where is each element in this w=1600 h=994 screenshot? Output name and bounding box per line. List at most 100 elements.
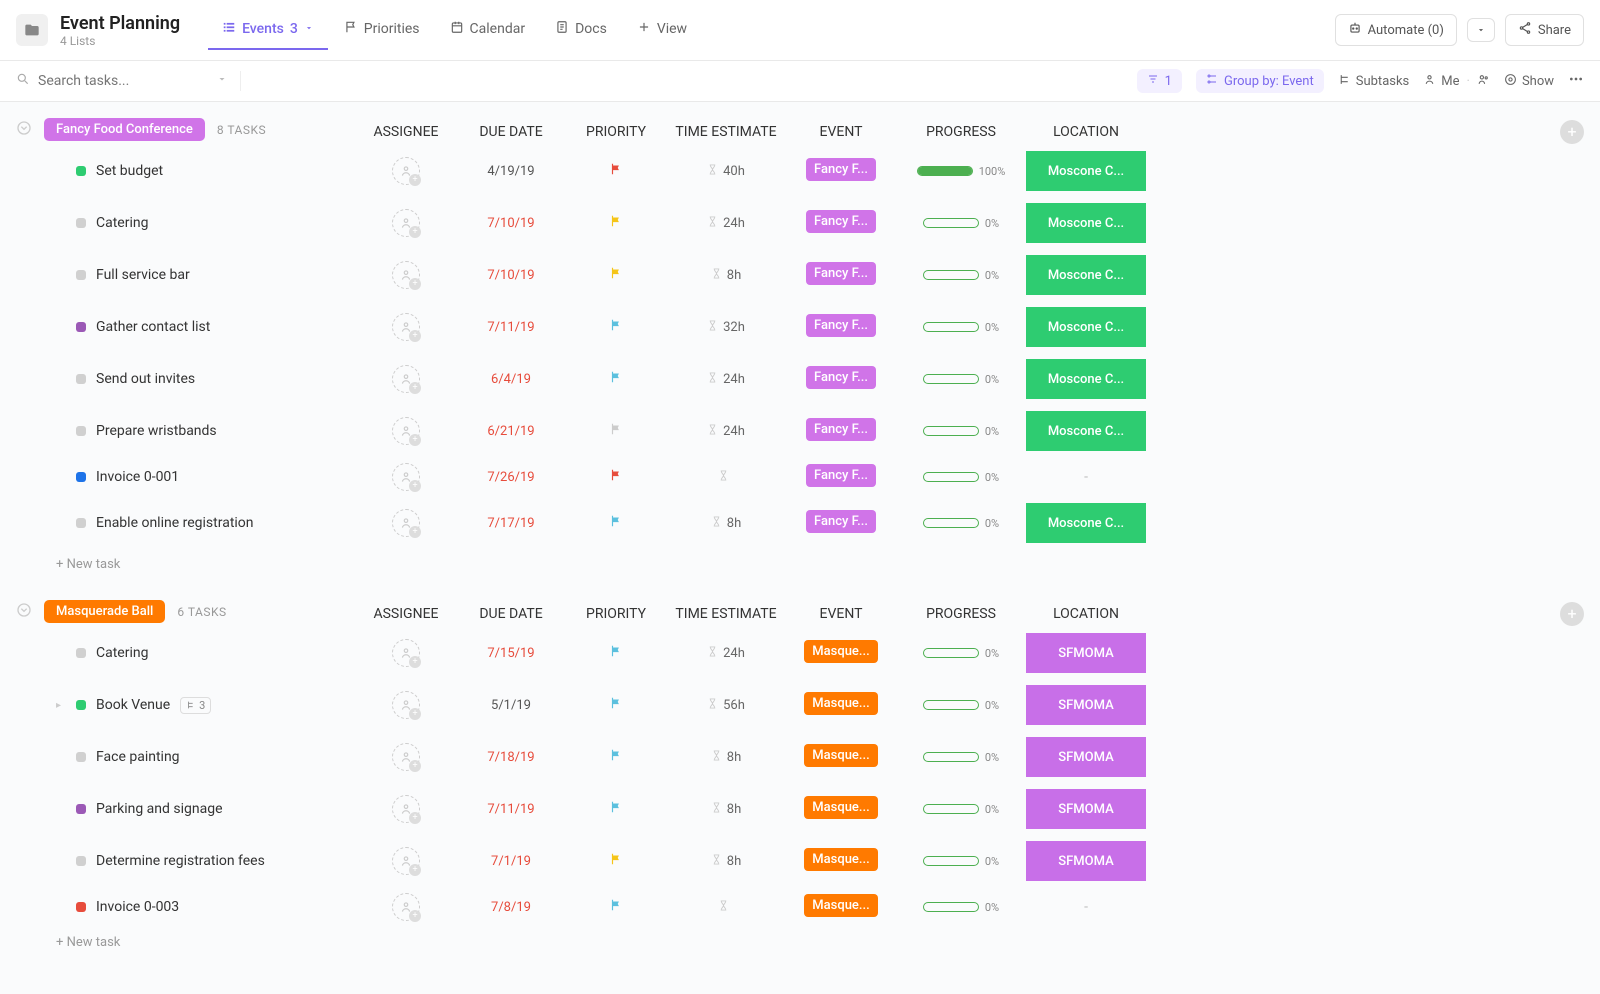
event-cell[interactable]: Masque... <box>786 640 896 667</box>
column-header[interactable]: PRIORITY <box>566 124 666 140</box>
task-row[interactable]: Set budget + 4/19/19 40h Fancy F... 100%… <box>16 145 1584 197</box>
assignee-add[interactable]: + <box>392 417 420 445</box>
task-name[interactable]: Invoice 0-001 <box>96 469 179 485</box>
assignee-add[interactable]: + <box>392 893 420 921</box>
time-estimate-cell[interactable]: 32h <box>666 319 786 335</box>
view-tab-events[interactable]: Events3 <box>208 10 328 50</box>
column-header[interactable]: LOCATION <box>1026 124 1146 140</box>
time-estimate-cell[interactable]: 24h <box>666 423 786 439</box>
column-header[interactable]: EVENT <box>786 124 896 140</box>
task-name[interactable]: Invoice 0-003 <box>96 899 179 915</box>
assignee-add[interactable]: + <box>392 157 420 185</box>
event-cell[interactable]: Masque... <box>786 894 896 921</box>
time-estimate-cell[interactable]: 40h <box>666 163 786 179</box>
assignee-add[interactable]: + <box>392 691 420 719</box>
task-row[interactable]: Enable online registration + 7/17/19 8h … <box>16 497 1584 549</box>
event-cell[interactable]: Masque... <box>786 796 896 823</box>
task-name[interactable]: Full service bar <box>96 267 190 283</box>
priority-cell[interactable] <box>566 852 666 870</box>
status-indicator[interactable] <box>76 218 86 228</box>
status-indicator[interactable] <box>76 518 86 528</box>
status-indicator[interactable] <box>76 426 86 436</box>
task-row[interactable]: Catering + 7/15/19 24h Masque... 0% SFMO… <box>16 627 1584 679</box>
time-estimate-cell[interactable]: 24h <box>666 645 786 661</box>
task-row[interactable]: Gather contact list + 7/11/19 32h Fancy … <box>16 301 1584 353</box>
time-estimate-cell[interactable]: 24h <box>666 371 786 387</box>
status-indicator[interactable] <box>76 856 86 866</box>
event-cell[interactable]: Fancy F... <box>786 158 896 185</box>
location-cell[interactable]: - <box>1026 899 1146 915</box>
progress-cell[interactable]: 0% <box>896 471 1026 484</box>
task-name[interactable]: Parking and signage <box>96 801 223 817</box>
due-date-cell[interactable]: 6/21/19 <box>456 423 566 439</box>
folder-icon[interactable] <box>16 14 48 46</box>
me-filter[interactable]: Me · <box>1423 73 1490 90</box>
more-menu[interactable] <box>1568 71 1584 91</box>
status-indicator[interactable] <box>76 804 86 814</box>
progress-cell[interactable]: 0% <box>896 803 1026 816</box>
time-estimate-cell[interactable]: 8h <box>666 749 786 765</box>
subtasks-toggle[interactable]: Subtasks <box>1338 73 1410 90</box>
assignee-add[interactable]: + <box>392 463 420 491</box>
assignee-add[interactable]: + <box>392 261 420 289</box>
task-row[interactable]: Prepare wristbands + 6/21/19 24h Fancy F… <box>16 405 1584 457</box>
location-cell[interactable]: SFMOMA <box>1026 789 1146 829</box>
add-column-button[interactable]: + <box>1560 602 1584 626</box>
due-date-cell[interactable]: 7/10/19 <box>456 267 566 283</box>
status-indicator[interactable] <box>76 322 86 332</box>
column-header[interactable]: TIME ESTIMATE <box>666 124 786 140</box>
due-date-cell[interactable]: 7/15/19 <box>456 645 566 661</box>
due-date-cell[interactable]: 7/11/19 <box>456 801 566 817</box>
due-date-cell[interactable]: 7/10/19 <box>456 215 566 231</box>
progress-cell[interactable]: 0% <box>896 373 1026 386</box>
automate-dropdown[interactable] <box>1467 18 1495 42</box>
add-column-button[interactable]: + <box>1560 120 1584 144</box>
progress-cell[interactable]: 100% <box>896 165 1026 178</box>
column-header[interactable]: PROGRESS <box>896 606 1026 622</box>
event-cell[interactable]: Fancy F... <box>786 262 896 289</box>
task-row[interactable]: Catering + 7/10/19 24h Fancy F... 0% Mos… <box>16 197 1584 249</box>
task-row[interactable]: Parking and signage + 7/11/19 8h Masque.… <box>16 783 1584 835</box>
priority-cell[interactable] <box>566 370 666 388</box>
assignee-add[interactable]: + <box>392 743 420 771</box>
task-name[interactable]: Book Venue <box>96 697 170 713</box>
location-cell[interactable]: SFMOMA <box>1026 737 1146 777</box>
people-icon[interactable] <box>1477 73 1490 90</box>
priority-cell[interactable] <box>566 422 666 440</box>
view-tab-priorities[interactable]: Priorities <box>330 10 434 50</box>
location-cell[interactable]: Moscone C... <box>1026 307 1146 347</box>
column-header[interactable]: PRIORITY <box>566 606 666 622</box>
group-name-badge[interactable]: Fancy Food Conference <box>44 118 205 141</box>
priority-cell[interactable] <box>566 644 666 662</box>
column-header[interactable]: DUE DATE <box>456 606 566 622</box>
location-cell[interactable]: SFMOMA <box>1026 633 1146 673</box>
task-name[interactable]: Enable online registration <box>96 515 254 531</box>
due-date-cell[interactable]: 7/26/19 <box>456 469 566 485</box>
group-by-pill[interactable]: Group by: Event <box>1196 69 1324 93</box>
assignee-add[interactable]: + <box>392 313 420 341</box>
priority-cell[interactable] <box>566 898 666 916</box>
task-row[interactable]: Invoice 0-001 + 7/26/19 Fancy F... 0% - <box>16 457 1584 497</box>
automate-button[interactable]: Automate (0) <box>1335 14 1457 46</box>
progress-cell[interactable]: 0% <box>896 855 1026 868</box>
progress-cell[interactable]: 0% <box>896 321 1026 334</box>
progress-cell[interactable]: 0% <box>896 269 1026 282</box>
time-estimate-cell[interactable]: 56h <box>666 697 786 713</box>
priority-cell[interactable] <box>566 514 666 532</box>
priority-cell[interactable] <box>566 468 666 486</box>
location-cell[interactable]: Moscone C... <box>1026 359 1146 399</box>
column-header[interactable]: ASSIGNEE <box>356 606 456 622</box>
due-date-cell[interactable]: 7/18/19 <box>456 749 566 765</box>
event-cell[interactable]: Masque... <box>786 744 896 771</box>
status-indicator[interactable] <box>76 700 86 710</box>
search-dropdown[interactable] <box>216 73 228 89</box>
event-cell[interactable]: Fancy F... <box>786 464 896 491</box>
status-indicator[interactable] <box>76 166 86 176</box>
progress-cell[interactable]: 0% <box>896 901 1026 914</box>
due-date-cell[interactable]: 7/17/19 <box>456 515 566 531</box>
event-cell[interactable]: Fancy F... <box>786 418 896 445</box>
status-indicator[interactable] <box>76 902 86 912</box>
progress-cell[interactable]: 0% <box>896 517 1026 530</box>
status-indicator[interactable] <box>76 374 86 384</box>
filter-pill[interactable]: 1 <box>1137 69 1182 93</box>
